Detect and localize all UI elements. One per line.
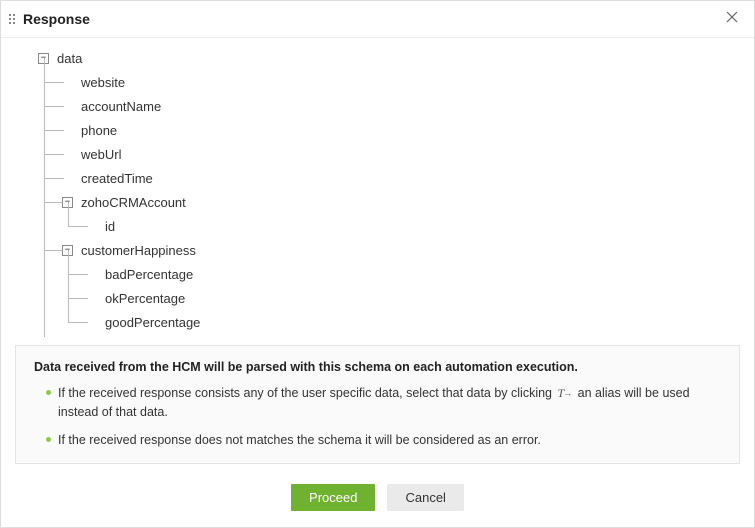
tree-row[interactable]: − data bbox=[55, 46, 754, 70]
tree-label: accountName bbox=[79, 99, 161, 114]
tree-label: goodPercentage bbox=[103, 315, 200, 330]
tree-leaf[interactable]: goodPercentage bbox=[103, 310, 754, 334]
dialog-header: Response bbox=[1, 1, 754, 38]
info-item: If the received response does not matche… bbox=[46, 431, 721, 449]
tree-label: phone bbox=[79, 123, 117, 138]
info-item: If the received response consists any of… bbox=[46, 384, 721, 421]
dialog-title: Response bbox=[23, 11, 722, 27]
close-button[interactable] bbox=[722, 9, 742, 29]
schema-tree: − data website accountName phone webUrl bbox=[1, 46, 754, 337]
tree-children: id bbox=[79, 214, 754, 238]
tree-children: website accountName phone webUrl created… bbox=[55, 70, 754, 337]
proceed-button[interactable]: Proceed bbox=[291, 484, 375, 511]
tree-leaf[interactable]: id bbox=[103, 214, 754, 238]
tree-node-zohocrm: − zohoCRMAccount id bbox=[79, 190, 754, 238]
tree-label: createdTime bbox=[79, 171, 153, 186]
cancel-button[interactable]: Cancel bbox=[387, 484, 463, 511]
tree-leaf[interactable]: phone bbox=[79, 118, 754, 142]
info-title: Data received from the HCM will be parse… bbox=[34, 360, 721, 374]
dialog-footer: Proceed Cancel bbox=[1, 472, 754, 527]
tree-label: okPercentage bbox=[103, 291, 185, 306]
alias-icon: T bbox=[558, 385, 573, 402]
info-text: If the received response consists any of… bbox=[58, 386, 556, 400]
info-panel: Data received from the HCM will be parse… bbox=[15, 345, 740, 464]
tree-leaf[interactable]: id bbox=[79, 334, 754, 337]
tree-label: zohoCRMAccount bbox=[79, 195, 186, 210]
tree-children: badPercentage okPercentage goodPercentag… bbox=[79, 262, 754, 334]
tree-leaf[interactable]: website bbox=[79, 70, 754, 94]
tree-row[interactable]: − customerHappiness bbox=[79, 238, 754, 262]
tree-leaf[interactable]: okPercentage bbox=[103, 286, 754, 310]
info-list: If the received response consists any of… bbox=[34, 384, 721, 449]
tree-label: data bbox=[55, 51, 82, 66]
close-icon bbox=[726, 11, 738, 23]
tree-row[interactable]: − zohoCRMAccount bbox=[79, 190, 754, 214]
tree-leaf[interactable]: createdTime bbox=[79, 166, 754, 190]
tree-node-data: − data website accountName phone webUrl bbox=[55, 46, 754, 337]
tree-node-happiness: − customerHappiness badPercentage okPerc… bbox=[79, 238, 754, 334]
tree-label: badPercentage bbox=[103, 267, 193, 282]
tree-leaf[interactable]: accountName bbox=[79, 94, 754, 118]
tree-label: webUrl bbox=[79, 147, 121, 162]
tree-leaf[interactable]: webUrl bbox=[79, 142, 754, 166]
drag-handle-icon[interactable] bbox=[9, 14, 15, 24]
dialog-content: − data website accountName phone webUrl bbox=[1, 38, 754, 337]
tree-label: customerHappiness bbox=[79, 243, 196, 258]
tree-label: website bbox=[79, 75, 125, 90]
response-dialog: Response − data website accountNa bbox=[1, 1, 754, 527]
tree-leaf[interactable]: badPercentage bbox=[103, 262, 754, 286]
tree-label: id bbox=[103, 219, 115, 234]
